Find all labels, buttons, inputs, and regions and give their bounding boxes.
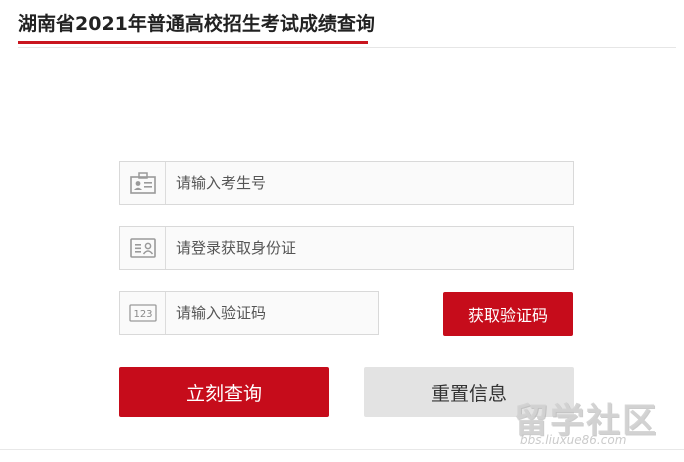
exam-number-field [119, 161, 574, 205]
person-card-icon [120, 227, 166, 269]
title-divider [18, 47, 676, 48]
watermark-url: bbs.liuxue86.com [520, 433, 627, 447]
captcha-icon-text: 123 [133, 309, 152, 320]
captcha-field: 123 [119, 291, 379, 335]
watermark: 留学社区 bbs.liuxue86.com [514, 393, 679, 453]
exam-number-input[interactable] [166, 162, 571, 204]
page-title: 湖南省2021年普通高校招生考试成绩查询 [18, 13, 375, 35]
get-code-button[interactable]: 获取验证码 [443, 292, 573, 336]
id-card-icon [120, 162, 166, 204]
title-underline [18, 41, 368, 44]
id-card-field [119, 226, 574, 270]
submit-button[interactable]: 立刻查询 [119, 367, 329, 417]
captcha-input[interactable] [166, 292, 376, 334]
number-123-icon: 123 [120, 292, 166, 334]
id-card-input[interactable] [166, 227, 571, 269]
